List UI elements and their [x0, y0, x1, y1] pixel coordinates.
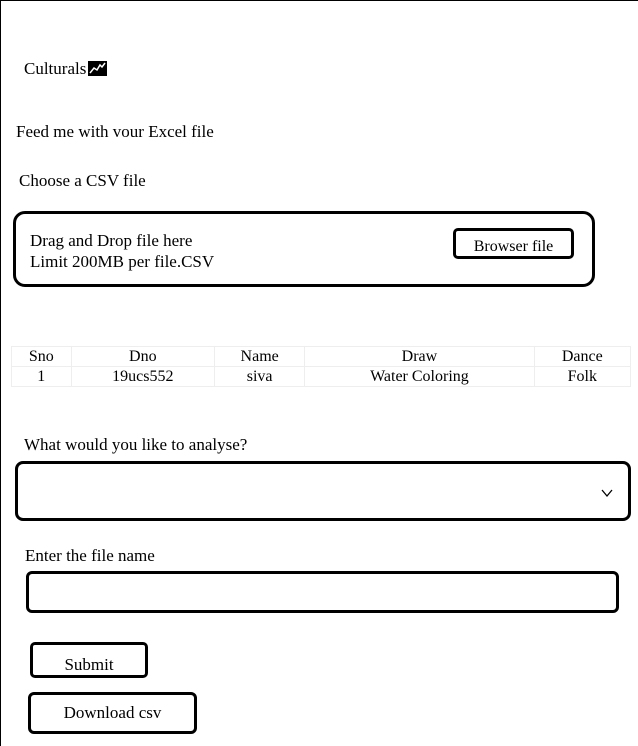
chart-icon — [88, 60, 108, 76]
table-cell: Water Coloring — [304, 366, 535, 387]
download-csv-button[interactable]: Download csv — [28, 692, 197, 734]
table-row: 1 19ucs552 siva Water Coloring Folk — [11, 366, 632, 387]
column-header: Sno — [11, 346, 72, 367]
file-name-label: Enter the file name — [25, 546, 155, 565]
column-header: Dno — [70, 346, 216, 367]
app-title-text: Culturals — [24, 59, 87, 78]
analyse-select[interactable] — [15, 461, 631, 521]
table-cell: Folk — [533, 366, 632, 387]
app-title: Culturals — [24, 59, 108, 79]
column-header: Draw — [304, 346, 535, 367]
file-name-input[interactable] — [26, 571, 619, 613]
table-cell: siva — [214, 366, 306, 387]
table-cell: 1 — [11, 366, 72, 387]
table-header-row: Sno Dno Name Draw Dance — [11, 346, 632, 367]
dropzone-instructions: Drag and Drop file here Limit 200MB per … — [30, 230, 214, 272]
analyse-select-label: What would you like to analyse? — [24, 435, 248, 454]
dropzone-limit-text: Limit 200MB per file.CSV — [30, 252, 215, 271]
data-table: Sno Dno Name Draw Dance 1 19ucs552 siva … — [11, 346, 632, 387]
page-subtitle: Feed me with vour Excel file — [16, 122, 214, 141]
column-header: Dance — [533, 346, 632, 367]
file-uploader-label: Choose a CSV file — [19, 171, 146, 190]
table-cell: 19ucs552 — [70, 366, 216, 387]
chevron-down-icon[interactable] — [601, 488, 613, 498]
browse-files-button[interactable]: Browser file — [453, 228, 574, 259]
dropzone-text: Drag and Drop file here — [30, 231, 193, 250]
submit-button[interactable]: Submit — [30, 642, 148, 678]
file-dropzone[interactable]: Drag and Drop file here Limit 200MB per … — [13, 211, 595, 287]
column-header: Name — [214, 346, 306, 367]
